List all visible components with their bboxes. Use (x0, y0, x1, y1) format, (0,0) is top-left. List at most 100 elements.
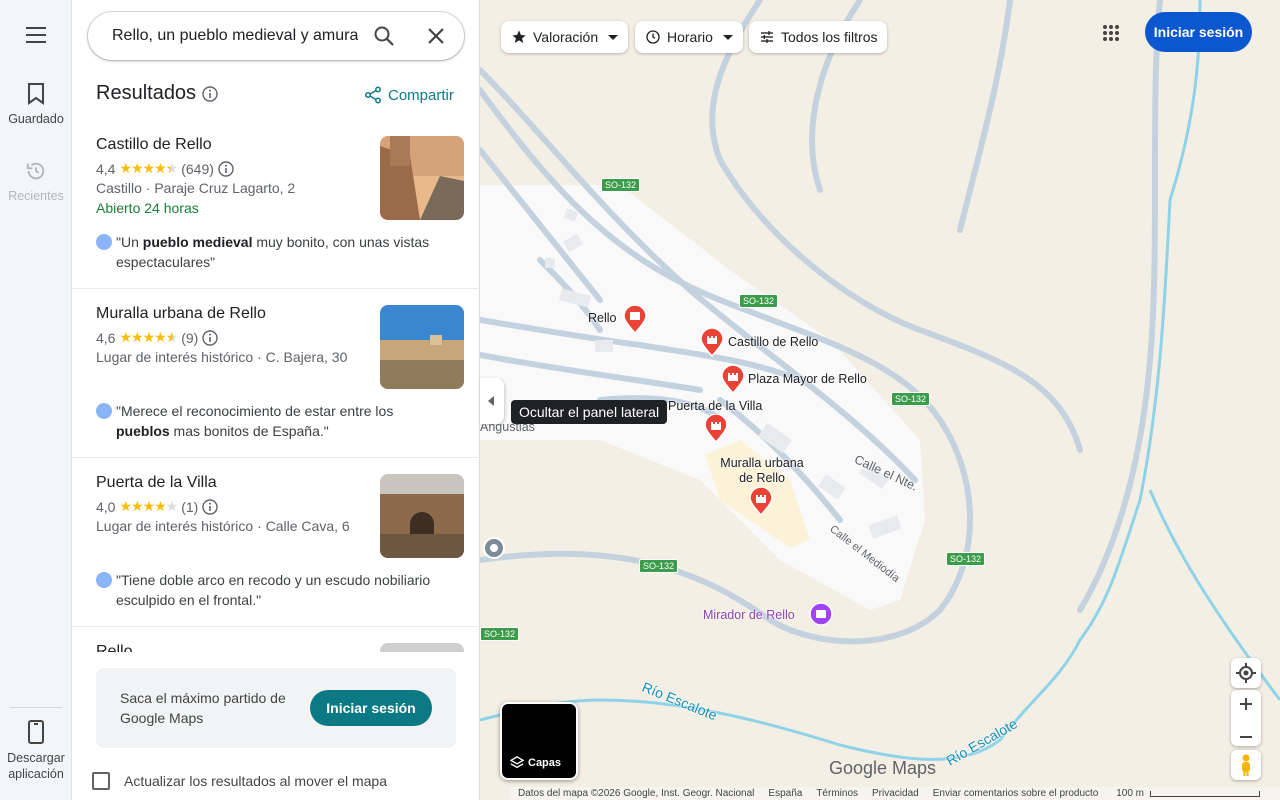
info-icon[interactable] (202, 85, 218, 102)
search-input[interactable] (112, 24, 358, 48)
road-badge: SO-132 (480, 627, 520, 641)
collapse-panel-button[interactable] (480, 378, 504, 424)
road-badge: SO-132 (946, 552, 986, 566)
result-card[interactable]: Rello (72, 627, 480, 652)
download-app-button[interactable]: Descargar aplicación (0, 720, 72, 782)
pin-rello-icon[interactable] (622, 305, 648, 335)
my-location-button[interactable] (1231, 658, 1261, 688)
info-icon[interactable] (202, 498, 219, 515)
all-filters-label: Todos los filtros (781, 29, 878, 45)
history-icon (26, 162, 45, 180)
result-meta: Lugar de interés histórico · Calle Cava,… (96, 518, 350, 534)
result-card[interactable]: Castillo de Rello 4,4 ★★★★★ (649) Castil… (72, 120, 480, 289)
zoom-controls (1231, 690, 1261, 746)
user-avatar-icon (96, 403, 112, 419)
privacy-link[interactable]: Privacidad (872, 787, 919, 800)
pin-mirador-icon[interactable] (809, 602, 833, 626)
map-label-castillo: Castillo de Rello (728, 335, 819, 349)
result-title[interactable]: Puerta de la Villa (96, 474, 217, 492)
result-title[interactable]: Castillo de Rello (96, 136, 212, 154)
review-highlight: pueblo medieval (142, 234, 253, 250)
zoom-in-icon[interactable] (1231, 690, 1261, 718)
stars-icon: ★★★★★ (119, 329, 178, 345)
result-card[interactable]: Puerta de la Villa 4,0 ★★★★★ (1) Lugar d… (72, 458, 480, 627)
saved-label: Guardado (8, 112, 64, 126)
chevron-down-icon (722, 34, 733, 40)
country-link[interactable]: España (768, 787, 802, 800)
pin-castillo-icon[interactable] (699, 328, 725, 358)
road-badge: SO-132 (601, 178, 641, 192)
result-review: "Tiene doble arco en recodo y un escudo … (96, 570, 446, 610)
result-photo[interactable] (380, 305, 464, 389)
saved-button[interactable]: Guardado (0, 82, 72, 126)
layers-label: Capas (528, 757, 562, 769)
result-card[interactable]: Muralla urbana de Rello 4,6 ★★★★★ (9) Lu… (72, 289, 480, 458)
review-count: (649) (181, 160, 214, 177)
review-text: "Tiene doble arco en recodo y un escudo … (116, 572, 431, 608)
bookmark-icon (28, 83, 44, 105)
map-scale[interactable]: 100 m (1116, 787, 1280, 800)
filter-hours-label: Horario (667, 29, 713, 45)
map-data-attribution[interactable]: Datos del mapa ©2026 Google, Inst. Geogr… (518, 787, 754, 800)
share-button[interactable]: Compartir (364, 86, 454, 104)
review-text: "Merece el reconocimiento de estar entre… (116, 403, 394, 419)
filter-hours-chip[interactable]: Horario (635, 21, 743, 53)
map-footer: Datos del mapa ©2026 Google, Inst. Geogr… (510, 787, 1280, 800)
terms-link[interactable]: Términos (816, 787, 858, 800)
my-location-icon (1236, 663, 1256, 683)
feedback-link[interactable]: Enviar comentarios sobre el producto (933, 787, 1099, 800)
result-title[interactable]: Muralla urbana de Rello (96, 305, 266, 323)
menu-icon[interactable] (20, 22, 52, 50)
user-avatar-icon (96, 234, 112, 250)
tooltip: Ocultar el panel lateral (511, 400, 668, 424)
road-badge: SO-132 (739, 294, 779, 308)
result-rating: 4,0 ★★★★★ (1) (96, 498, 219, 515)
info-icon[interactable] (218, 160, 234, 177)
info-icon[interactable] (202, 329, 219, 346)
promo-signin-button[interactable]: Iniciar sesión (310, 690, 432, 726)
result-review: "Merece el reconocimiento de estar entre… (96, 401, 446, 441)
results-panel: Resultados Compartir Castillo de Rello 4… (72, 0, 480, 800)
filter-rating-chip[interactable]: Valoración (501, 21, 629, 53)
update-checkbox[interactable] (92, 772, 110, 790)
share-label: Compartir (388, 86, 454, 104)
result-rating: 4,4 ★★★★★ (649) (96, 160, 234, 177)
street-view-button[interactable] (1231, 750, 1261, 780)
road-badge: SO-132 (639, 559, 679, 573)
result-photo[interactable] (380, 474, 464, 558)
google-maps-logo: Google Maps (829, 758, 937, 778)
pin-muralla-icon[interactable] (748, 487, 774, 517)
chevron-down-icon (608, 34, 619, 40)
pegman-icon (1242, 754, 1250, 776)
map-label-muralla: Muralla urbana de Rello (720, 456, 804, 485)
result-photo[interactable] (380, 136, 464, 220)
filter-rating-label: Valoración (533, 29, 599, 45)
recent-button[interactable]: Recientes (0, 160, 72, 204)
all-filters-chip[interactable]: Todos los filtros (749, 21, 888, 53)
map-label-plaza: Plaza Mayor de Rello (748, 372, 867, 386)
results-title: Resultados (96, 82, 197, 104)
road-badge: SO-132 (891, 392, 931, 406)
update-results-option[interactable]: Actualizar los resultados al mover el ma… (92, 772, 387, 790)
result-status: Abierto 24 horas (96, 200, 199, 216)
search-icon[interactable] (372, 24, 396, 48)
result-meta: Lugar de interés histórico · C. Bajera, … (96, 349, 348, 365)
stars-icon: ★★★★★ (119, 498, 178, 514)
rail-divider (10, 707, 62, 708)
pin-puerta-icon[interactable] (703, 414, 729, 444)
search-box (88, 12, 464, 60)
left-rail: Guardado Recientes Descargar aplicación (0, 0, 72, 800)
review-highlight: pueblos (116, 423, 170, 439)
promo-text: Saca el máximo partido de Google Maps (120, 690, 286, 726)
phone-icon (28, 720, 44, 744)
review-text: "Un (116, 234, 143, 250)
map-label-mirador: Mirador de Rello (703, 608, 795, 622)
signin-button[interactable]: Iniciar sesión (1145, 12, 1252, 52)
result-title[interactable]: Rello (96, 643, 132, 652)
close-icon[interactable] (424, 24, 448, 48)
pin-plaza-icon[interactable] (720, 365, 746, 395)
layers-button[interactable]: Capas (500, 702, 578, 780)
result-photo[interactable] (380, 643, 464, 652)
zoom-out-icon[interactable] (1231, 723, 1261, 751)
apps-grid-icon[interactable] (1102, 24, 1120, 42)
